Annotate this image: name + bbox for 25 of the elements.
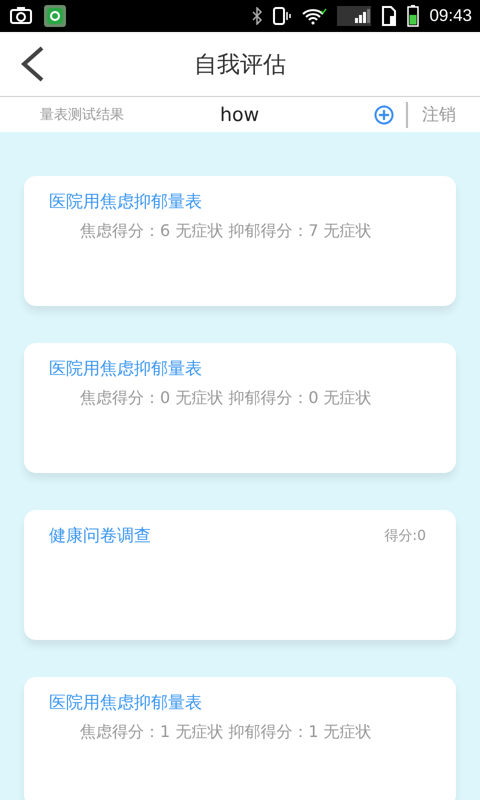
page-title: 自我评估 — [194, 52, 286, 78]
result-card[interactable]: 医院用焦虑抑郁量表 焦虑得分：6 无症状 抑郁得分：7 无症状 — [24, 176, 456, 306]
add-icon[interactable] — [374, 104, 394, 124]
result-card[interactable]: 健康问卷调查 得分:0 — [24, 510, 456, 640]
bluetooth-icon — [251, 7, 264, 25]
logout-link[interactable]: 注销 — [422, 103, 456, 126]
score-text: 焦虑得分：6 无症状 抑郁得分：7 无症状 — [80, 221, 372, 242]
card-title: 医院用焦虑抑郁量表 — [49, 693, 202, 713]
result-card[interactable]: 医院用焦虑抑郁量表 焦虑得分：1 无症状 抑郁得分：1 无症状 — [24, 677, 456, 800]
card-title: 健康问卷调查 — [49, 525, 151, 547]
sim-card-icon — [381, 6, 398, 26]
battery-icon — [407, 5, 420, 27]
wifi-icon — [301, 7, 328, 25]
card-title: 医院用焦虑抑郁量表 — [49, 359, 202, 379]
score-text: 得分:0 — [384, 526, 426, 544]
score-text: 焦虑得分：0 无症状 抑郁得分：0 无症状 — [80, 388, 372, 409]
section-label: 量表测试结果 — [40, 106, 125, 124]
result-card[interactable]: 医院用焦虑抑郁量表 焦虑得分：0 无症状 抑郁得分：0 无症状 — [24, 343, 456, 473]
phone-vibrate-icon — [273, 6, 292, 26]
card-title: 医院用焦虑抑郁量表 — [49, 192, 202, 212]
score-text: 焦虑得分：1 无症状 抑郁得分：1 无症状 — [80, 722, 372, 743]
signal-icon — [337, 6, 372, 26]
username: how — [220, 104, 260, 126]
clock-time: 09:43 — [429, 6, 472, 26]
camera-icon — [8, 6, 34, 26]
